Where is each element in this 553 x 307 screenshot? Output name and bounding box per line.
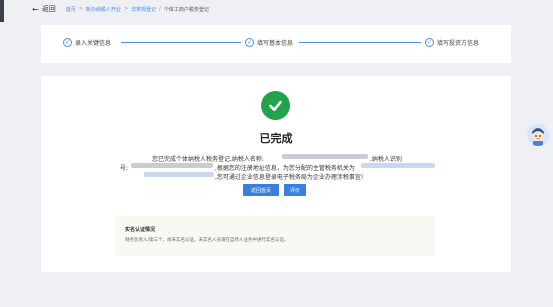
step-connector xyxy=(121,42,241,43)
step-label: 录入关键信息 xyxy=(75,40,112,47)
top-bar: ← 返回 首页 > 新办纳税人开业 > 非常规登记 / 个体工商户税务登记 xyxy=(32,0,532,18)
redacted-tax-authority-cont xyxy=(144,172,214,177)
result-line2-mid: ,根据您的注册地址信息，为您分配的主管税务机关为 xyxy=(215,165,355,172)
breadcrumb-current: 个体工商户税务登记 xyxy=(163,6,209,13)
result-line1-prefix: 您已完成个体纳税人税务登记,纳税人名称: xyxy=(152,156,264,163)
breadcrumb-separator-icon: > xyxy=(123,6,129,12)
assistant-avatar-icon[interactable] xyxy=(527,124,549,146)
step-check-icon: ✓ xyxy=(245,38,254,47)
step-label: 填写投资方信息 xyxy=(437,40,480,47)
result-title: 已完成 xyxy=(259,132,293,145)
result-card: 已完成 您已完成个体纳税人税务登记,纳税人名称: ,纳税人识别 号: ,根据您的… xyxy=(41,76,511,272)
step-basic-info: ✓ 填写基本信息 xyxy=(245,38,293,47)
return-home-button[interactable]: 返回首页 xyxy=(243,184,279,196)
result-line2-prefix: 号: xyxy=(120,165,129,172)
breadcrumb-separator-icon: / xyxy=(159,6,161,12)
step-key-info: ✓ 录入关键信息 xyxy=(63,38,111,47)
rate-button[interactable]: 评价 xyxy=(284,184,306,196)
breadcrumb-home[interactable]: 首页 xyxy=(66,6,76,13)
verification-text: 财务负责人/第三个、尚未实名认证。未实名人员请在自然人业务中进行实名认证。 xyxy=(125,238,289,243)
result-line1-suffix: ,纳税人识别 xyxy=(370,156,402,163)
verification-panel: 实名认证情况 财务负责人/第三个、尚未实名认证。未实名人员请在自然人业务中进行实… xyxy=(115,216,435,256)
step-check-icon: ✓ xyxy=(425,38,434,47)
breadcrumb-separator-icon: > xyxy=(78,6,83,12)
back-arrow-icon: ← xyxy=(32,4,39,14)
redacted-taxpayer-name xyxy=(282,154,368,159)
steps-progress: ✓ 录入关键信息 ✓ 填写基本信息 ✓ 填写投资方信息 xyxy=(41,25,511,63)
redacted-taxpayer-id xyxy=(131,163,213,168)
step-investor-info: ✓ 填写投资方信息 xyxy=(425,38,479,47)
step-label: 填写基本信息 xyxy=(257,40,294,47)
breadcrumb-new-taxpayer[interactable]: 新办纳税人开业 xyxy=(86,6,121,13)
back-label: 返回 xyxy=(41,5,56,13)
success-check-icon xyxy=(261,91,290,120)
result-line3-suffix: ,您可通过企业信息登录电子税务局为企业办理涉税事宜! xyxy=(215,174,364,181)
redacted-tax-authority xyxy=(361,163,435,168)
breadcrumb-unconventional[interactable]: 非常规登记 xyxy=(131,6,156,13)
side-handle[interactable] xyxy=(0,0,4,22)
back-button[interactable]: ← 返回 xyxy=(32,4,56,14)
step-check-icon: ✓ xyxy=(63,38,72,47)
step-connector xyxy=(299,42,421,43)
verification-title: 实名认证情况 xyxy=(125,227,156,233)
